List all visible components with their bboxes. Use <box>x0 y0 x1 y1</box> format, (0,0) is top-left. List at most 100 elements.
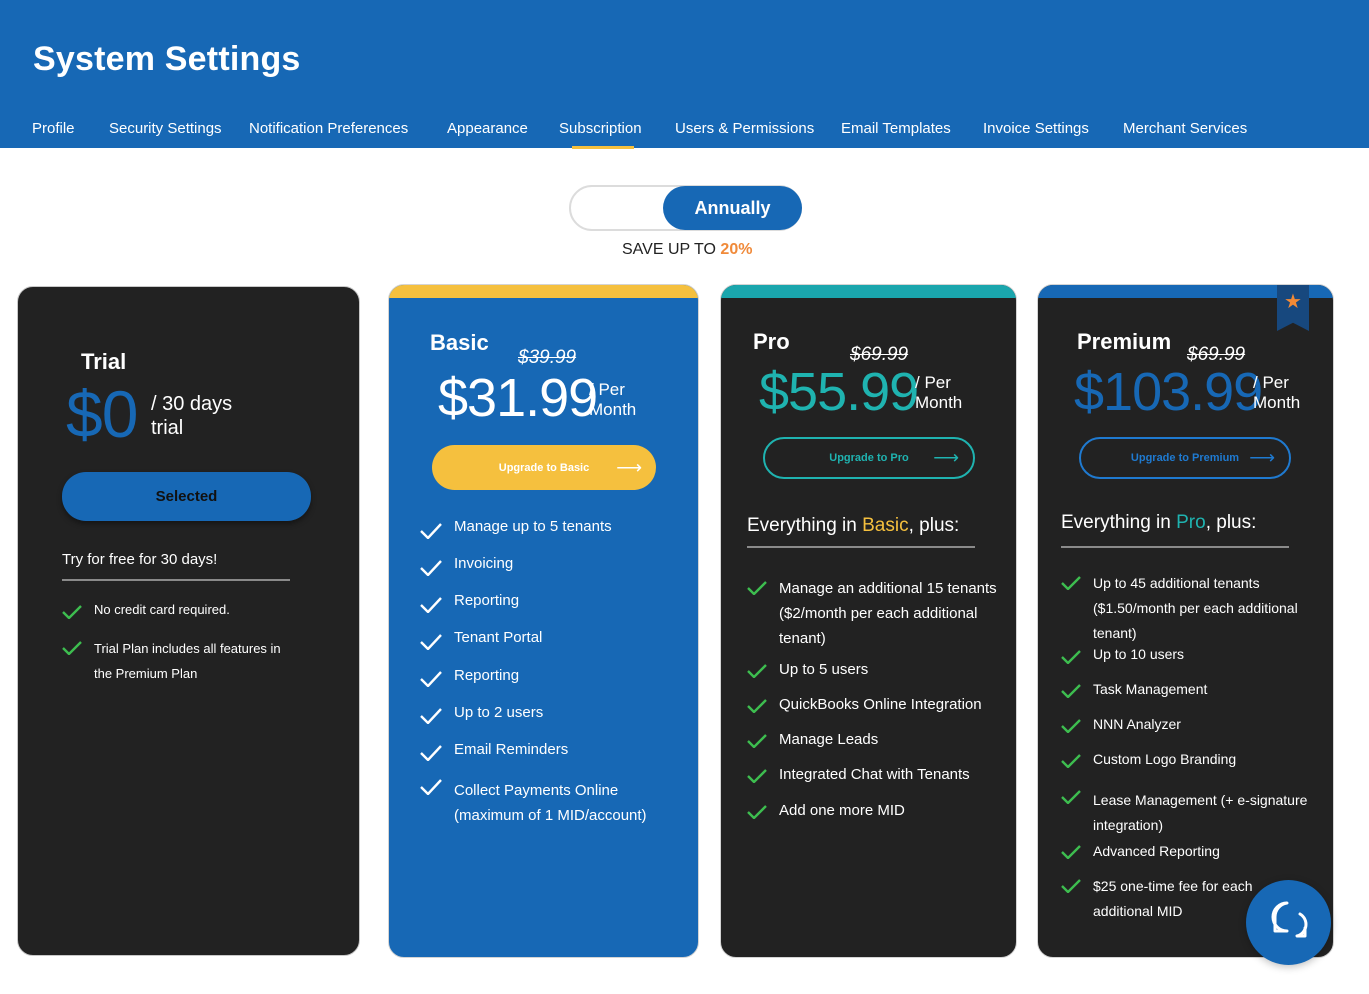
pro-plan-card: Pro $69.99 $55.99 / Per Month Upgrade to… <box>720 284 1017 958</box>
tab-subscription[interactable]: Subscription <box>559 120 642 137</box>
feature-item: Up to 45 additional tenants <box>1093 575 1260 591</box>
button-label: Upgrade to Pro <box>829 452 909 464</box>
feature-item: QuickBooks Online Integration <box>779 696 982 713</box>
feature-item: integration) <box>1093 817 1164 833</box>
feature-item: Task Management <box>1093 681 1208 697</box>
check-icon <box>420 597 442 613</box>
chat-icon <box>1267 898 1311 947</box>
feature-item: additional MID <box>1093 903 1183 919</box>
feature-item: Manage Leads <box>779 731 879 748</box>
feature-item: Manage up to 5 tenants <box>454 518 612 535</box>
period-line-1: / 30 days <box>151 393 233 415</box>
period-line-2: trial <box>151 417 184 439</box>
check-icon <box>420 523 442 539</box>
feature-item: tenant) <box>779 630 826 647</box>
feature-item: Lease Management (+ e-signature <box>1093 792 1308 808</box>
check-icon <box>747 664 767 678</box>
arrow-right-icon: ⟶ <box>933 447 959 468</box>
plan-color-bar <box>721 285 1016 298</box>
price-period: / Per Month <box>915 373 962 413</box>
tab-users-permissions[interactable]: Users & Permissions <box>675 120 814 137</box>
period-line-1: / Per <box>1253 373 1289 392</box>
check-icon <box>1061 684 1081 698</box>
savings-note: SAVE UP TO 20% <box>622 241 752 259</box>
heading-suffix: , plus: <box>908 515 960 536</box>
check-icon <box>420 745 442 761</box>
feature-item: Manage an additional 15 tenants <box>779 580 997 597</box>
annually-option[interactable]: Annually <box>663 186 802 230</box>
plan-includes-heading: Everything in Basic, plus: <box>747 515 959 537</box>
check-icon <box>420 560 442 576</box>
feature-item: Advanced Reporting <box>1093 843 1220 859</box>
tab-appearance[interactable]: Appearance <box>447 120 528 137</box>
tab-merchant-services[interactable]: Merchant Services <box>1123 120 1247 137</box>
check-icon <box>1061 576 1081 590</box>
feature-item: No credit card required. <box>94 602 230 617</box>
check-icon <box>420 634 442 650</box>
divider <box>62 579 290 581</box>
check-icon <box>1061 650 1081 664</box>
plan-color-bar <box>389 285 698 298</box>
button-label: Upgrade to Basic <box>498 461 590 474</box>
tab-profile[interactable]: Profile <box>32 120 75 137</box>
period-line-1: / Per <box>915 373 951 392</box>
plan-name: Trial <box>81 349 127 374</box>
divider <box>747 546 975 548</box>
check-icon <box>420 779 442 795</box>
premium-plan-card: ★ Premium $69.99 $103.99 / Per Month Upg… <box>1037 284 1334 958</box>
check-icon <box>1061 719 1081 733</box>
trial-plan-card: Trial $0 / 30 days trial Selected Try fo… <box>17 286 360 956</box>
basic-plan-card: Basic $39.99 $31.99 / Per Month Upgrade … <box>388 284 699 958</box>
feature-item: Reporting <box>454 667 520 684</box>
check-icon <box>1061 790 1081 804</box>
plan-price: $55.99 <box>759 362 919 422</box>
feature-item: Up to 10 users <box>1093 646 1185 662</box>
check-icon <box>747 734 767 748</box>
plan-price: $31.99 <box>438 368 598 428</box>
feature-item: Add one more MID <box>779 802 905 819</box>
price-period: / Per Month <box>1253 373 1300 413</box>
period-line-1: / Per <box>589 380 625 399</box>
feature-item: NNN Analyzer <box>1093 716 1181 732</box>
trial-tagline: Try for free for 30 days! <box>62 551 218 568</box>
button-label: Upgrade to Premium <box>1130 452 1240 464</box>
chat-support-button[interactable] <box>1246 880 1331 965</box>
arrow-right-icon: ⟶ <box>616 457 642 477</box>
check-icon <box>62 641 82 655</box>
divider <box>1061 546 1289 548</box>
feature-item: Invoicing <box>454 555 514 572</box>
selected-button-label: Selected <box>155 488 218 505</box>
feature-item: $25 one-time fee for each <box>1093 878 1253 894</box>
feature-item: the Premium Plan <box>94 666 198 681</box>
heading-prefix: Everything in <box>1061 512 1177 533</box>
period-line-2: Month <box>915 393 963 412</box>
check-icon <box>747 805 767 819</box>
feature-item: Up to 2 users <box>454 704 544 721</box>
upgrade-to-premium-button[interactable]: Upgrade to Premium ⟶ <box>1079 437 1291 479</box>
upgrade-to-pro-button[interactable]: Upgrade to Pro ⟶ <box>763 437 975 479</box>
tab-notification-preferences[interactable]: Notification Preferences <box>249 120 408 137</box>
savings-percent: 20% <box>720 241 753 258</box>
check-icon <box>62 605 82 619</box>
tab-security-settings[interactable]: Security Settings <box>109 120 222 137</box>
tab-email-templates[interactable]: Email Templates <box>841 120 951 137</box>
plan-price: $0 <box>66 377 138 451</box>
check-icon <box>420 708 442 724</box>
plan-name: Premium <box>1077 329 1172 354</box>
check-icon <box>1061 754 1081 768</box>
feature-item: Trial Plan includes all features in <box>94 641 281 656</box>
selected-button[interactable]: Selected <box>62 472 311 521</box>
feature-item: Tenant Portal <box>454 629 543 646</box>
period-line-2: Month <box>1253 393 1301 412</box>
plan-period: / 30 days trial <box>151 392 232 440</box>
feature-item: (maximum of 1 MID/account) <box>454 807 647 824</box>
tab-invoice-settings[interactable]: Invoice Settings <box>983 120 1089 137</box>
upgrade-to-basic-button[interactable]: Upgrade to Basic ⟶ <box>432 445 656 490</box>
original-price: $39.99 <box>518 347 577 368</box>
feature-item: Reporting <box>454 592 520 609</box>
feature-item: Custom Logo Branding <box>1093 751 1237 767</box>
heading-highlight: Basic <box>862 515 909 536</box>
page-title: System Settings <box>33 40 301 78</box>
plan-includes-heading: Everything in Pro, plus: <box>1061 512 1256 534</box>
check-icon <box>747 769 767 783</box>
